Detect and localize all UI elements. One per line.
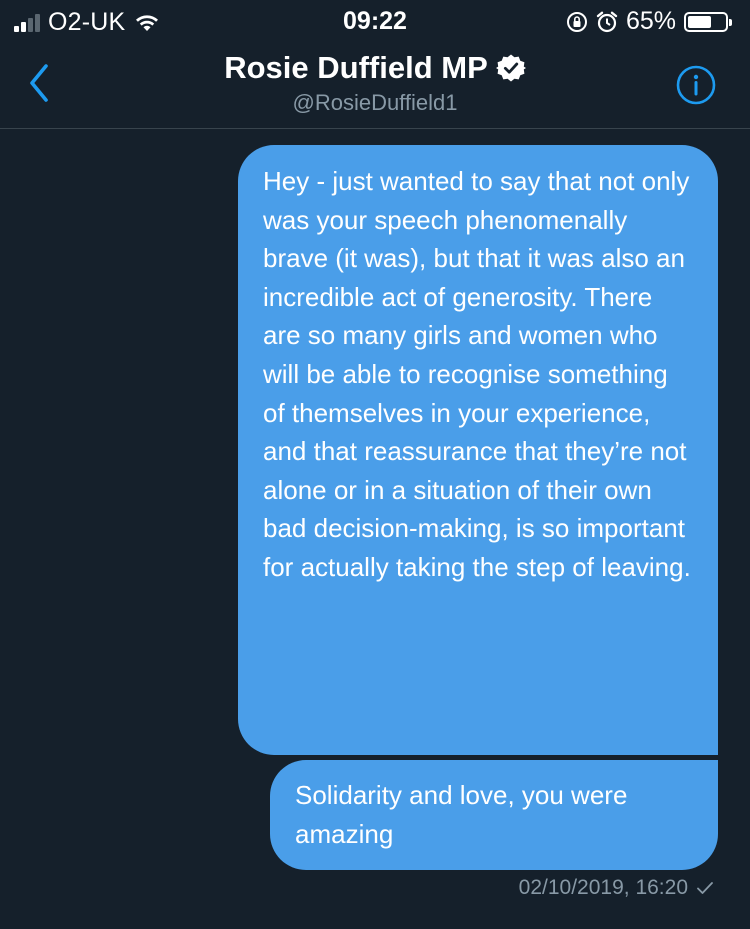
contact-handle: @RosieDuffield1 <box>292 90 458 115</box>
message-text: Solidarity and love, you were amazing <box>295 780 628 849</box>
header-title-block[interactable]: Rosie Duffield MP @RosieDuffield1 <box>0 50 750 116</box>
battery-icon <box>684 11 732 32</box>
timestamp-text: 02/10/2019, 16:20 <box>518 876 688 899</box>
message-bubble[interactable]: Hey - just wanted to say that not only w… <box>238 145 718 755</box>
message-text: Hey - just wanted to say that not only w… <box>263 166 691 582</box>
status-bar: O2-UK 09:22 65% <box>0 0 750 40</box>
info-icon[interactable] <box>676 65 716 105</box>
orientation-lock-icon <box>566 11 587 32</box>
contact-name: Rosie Duffield MP <box>224 50 488 85</box>
alarm-icon <box>596 11 618 32</box>
title-row: Rosie Duffield MP <box>224 50 526 86</box>
conversation-header: Rosie Duffield MP @RosieDuffield1 <box>0 40 750 129</box>
sent-check-icon <box>697 882 713 894</box>
battery-percent: 65% <box>625 7 676 35</box>
status-right: 65% <box>566 7 732 36</box>
message-timestamp: 02/10/2019, 16:20 <box>519 876 714 900</box>
message-bubble[interactable]: Solidarity and love, you were amazing <box>270 760 718 870</box>
verified-badge-icon <box>495 54 526 82</box>
battery-fill <box>688 15 711 28</box>
